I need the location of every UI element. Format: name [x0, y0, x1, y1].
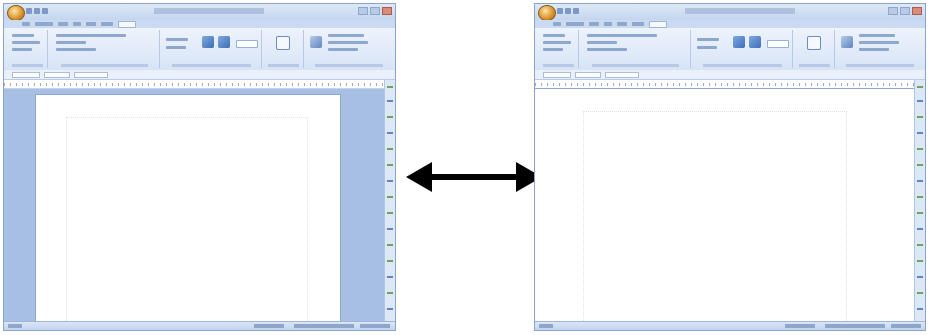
- tab-home[interactable]: [553, 22, 561, 26]
- tab-review[interactable]: [632, 22, 644, 26]
- office-orb-icon[interactable]: [7, 5, 25, 21]
- document-page[interactable]: [535, 89, 917, 330]
- ribbon-group-window: [264, 30, 304, 68]
- save-icon[interactable]: [26, 8, 32, 14]
- doc-tab-2[interactable]: [575, 72, 601, 78]
- ribbon-group-zoom: [693, 30, 793, 68]
- quick-access-toolbar: [557, 8, 579, 14]
- page-width-icon[interactable]: [218, 36, 230, 48]
- vertical-scrollbar[interactable]: [914, 80, 925, 322]
- text-boundary: [66, 117, 308, 329]
- tab-mailings[interactable]: [617, 22, 627, 26]
- status-bar: [535, 321, 925, 330]
- tab-page-layout[interactable]: [589, 22, 599, 26]
- document-workspace: [535, 89, 917, 330]
- tab-review[interactable]: [101, 22, 113, 26]
- tab-mailings[interactable]: [86, 22, 96, 26]
- window-title: [154, 8, 264, 14]
- doc-tab-3[interactable]: [74, 72, 108, 78]
- new-window-icon[interactable]: [276, 36, 290, 50]
- ribbon-group-show: [581, 30, 691, 68]
- ribbon-group-views: [539, 30, 579, 68]
- tab-view[interactable]: [649, 20, 667, 28]
- quick-access-toolbar: [26, 8, 48, 14]
- double-headed-arrow-icon: [406, 162, 542, 192]
- ribbon-group-views: [8, 30, 48, 68]
- tab-home[interactable]: [22, 22, 30, 26]
- text-boundary: [583, 111, 847, 330]
- tab-insert[interactable]: [566, 22, 584, 26]
- ribbon-group-show: [50, 30, 160, 68]
- horizontal-ruler: [535, 80, 915, 89]
- office-orb-icon[interactable]: [538, 5, 556, 21]
- window-controls: [358, 7, 392, 15]
- title-bar: [535, 4, 925, 21]
- tab-view[interactable]: [118, 20, 136, 28]
- word-window-right: [534, 3, 926, 331]
- window-controls: [888, 7, 922, 15]
- maximize-icon[interactable]: [370, 7, 380, 15]
- window-title: [685, 8, 795, 14]
- ribbon-group-macros: [306, 30, 392, 68]
- close-icon[interactable]: [912, 7, 922, 15]
- page-width-icon[interactable]: [749, 36, 761, 48]
- doc-tab-2[interactable]: [44, 72, 70, 78]
- word-window-left: [3, 3, 396, 331]
- minimize-icon[interactable]: [358, 7, 368, 15]
- redo-icon[interactable]: [42, 8, 48, 14]
- comparison-figure: [0, 0, 930, 335]
- undo-icon[interactable]: [565, 8, 571, 14]
- ribbon-group-macros: [837, 30, 923, 68]
- document-tabs: [4, 70, 395, 80]
- macro-icon[interactable]: [841, 36, 853, 48]
- zoom-icon[interactable]: [202, 36, 214, 48]
- save-icon[interactable]: [557, 8, 563, 14]
- minimize-icon[interactable]: [888, 7, 898, 15]
- tab-page-layout[interactable]: [58, 22, 68, 26]
- maximize-icon[interactable]: [900, 7, 910, 15]
- tab-references[interactable]: [73, 22, 81, 26]
- redo-icon[interactable]: [573, 8, 579, 14]
- document-page[interactable]: [36, 95, 340, 330]
- undo-icon[interactable]: [34, 8, 40, 14]
- document-workspace: [4, 89, 385, 330]
- ribbon: [535, 28, 925, 71]
- zoom-icon[interactable]: [733, 36, 745, 48]
- ribbon-tabs: [535, 20, 925, 28]
- ribbon: [4, 28, 395, 71]
- close-icon[interactable]: [382, 7, 392, 15]
- doc-tab-1[interactable]: [12, 72, 40, 78]
- macro-icon[interactable]: [310, 36, 322, 48]
- status-bar: [4, 321, 395, 330]
- ribbon-tabs: [4, 20, 395, 28]
- document-tabs: [535, 70, 925, 80]
- doc-tab-1[interactable]: [543, 72, 571, 78]
- tab-references[interactable]: [604, 22, 612, 26]
- doc-tab-3[interactable]: [605, 72, 639, 78]
- ribbon-group-zoom: [162, 30, 262, 68]
- tab-insert[interactable]: [35, 22, 53, 26]
- new-window-icon[interactable]: [807, 36, 821, 50]
- title-bar: [4, 4, 395, 21]
- vertical-scrollbar[interactable]: [384, 80, 395, 322]
- horizontal-ruler: [4, 80, 385, 89]
- ribbon-group-window: [795, 30, 835, 68]
